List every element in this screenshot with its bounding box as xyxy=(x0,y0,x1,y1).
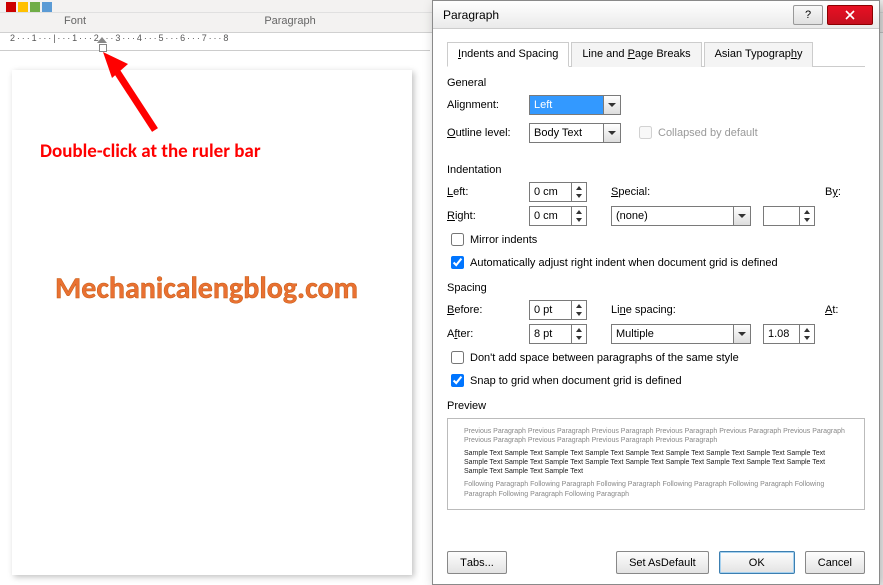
dont-add-space-checkbox[interactable] xyxy=(451,351,464,364)
special-value: (none) xyxy=(616,210,648,222)
ribbon-font-group-label: Font xyxy=(0,13,150,32)
ribbon-paragraph-group-label: Paragraph xyxy=(150,13,430,32)
auto-adjust-checkbox[interactable] xyxy=(451,256,464,269)
indent-left-value: 0 cm xyxy=(534,186,558,198)
indent-marker[interactable] xyxy=(97,30,107,52)
preview-following-text: Following Paragraph Following Paragraph … xyxy=(464,480,848,498)
alignment-combo[interactable]: Left xyxy=(529,95,621,115)
auto-adjust-label: Automatically adjust right indent when d… xyxy=(470,257,778,269)
cancel-button[interactable]: Cancel xyxy=(805,551,865,574)
after-label: After: xyxy=(447,328,529,340)
mirror-indents-checkbox[interactable] xyxy=(451,233,464,246)
close-icon xyxy=(845,10,855,20)
by-label: By: xyxy=(825,186,865,198)
mirror-indents-label: Mirror indents xyxy=(470,234,537,246)
tab-line-page-breaks[interactable]: Line and Page Breaks xyxy=(571,42,701,67)
tabs-button[interactable]: Tabs... xyxy=(447,551,507,574)
outline-level-label: Outline level: xyxy=(447,127,529,139)
outline-level-value: Body Text xyxy=(534,127,582,139)
annotation-text: Double-click at the ruler bar xyxy=(40,140,261,163)
line-spacing-value: Multiple xyxy=(616,328,654,340)
preview-heading: Preview xyxy=(447,400,865,412)
collapsed-label: Collapsed by default xyxy=(658,127,758,139)
preview-prev-text: Previous Paragraph Previous Paragraph Pr… xyxy=(464,427,848,445)
alignment-value: Left xyxy=(534,99,552,111)
ok-button[interactable]: OK xyxy=(719,551,795,574)
indent-right-label: Right: xyxy=(447,210,529,222)
alignment-label: Alignment: xyxy=(447,99,529,111)
watermark-text: Mechanicalengblog.com xyxy=(55,270,358,307)
chevron-down-icon xyxy=(603,96,620,114)
dialog-titlebar[interactable]: Paragraph ? xyxy=(433,1,879,29)
dialog-title: Paragraph xyxy=(443,8,499,22)
snap-grid-label: Snap to grid when document grid is defin… xyxy=(470,375,682,387)
at-label: At: xyxy=(825,304,865,316)
indentation-heading: Indentation xyxy=(447,164,865,176)
set-default-button[interactable]: Set As Default xyxy=(616,551,709,574)
horizontal-ruler[interactable]: 2 · · · 1 · · · | · · · 1 · · · 2 · · · … xyxy=(0,33,430,51)
by-spin[interactable] xyxy=(763,206,815,226)
tab-indents-spacing[interactable]: Indents and Spacing xyxy=(447,42,569,67)
indent-right-value: 0 cm xyxy=(534,210,558,222)
preview-box: Previous Paragraph Previous Paragraph Pr… xyxy=(447,418,865,510)
dialog-tabs: Indents and Spacing Line and Page Breaks… xyxy=(447,41,865,67)
help-button[interactable]: ? xyxy=(793,5,823,25)
special-combo[interactable]: (none) xyxy=(611,206,751,226)
at-value: 1.08 xyxy=(768,328,789,340)
at-spin[interactable]: 1.08 xyxy=(763,324,815,344)
indent-right-spin[interactable]: 0 cm xyxy=(529,206,587,226)
general-heading: General xyxy=(447,77,865,89)
preview-sample-text: Sample Text Sample Text Sample Text Samp… xyxy=(464,449,848,476)
indent-left-label: Left: xyxy=(447,186,529,198)
chevron-down-icon xyxy=(733,325,750,343)
before-label: Before: xyxy=(447,304,529,316)
ribbon-color-swatches xyxy=(0,2,52,12)
indent-left-spin[interactable]: 0 cm xyxy=(529,182,587,202)
snap-grid-checkbox[interactable] xyxy=(451,374,464,387)
dialog-button-row: Tabs... Set As Default OK Cancel xyxy=(447,551,865,574)
before-spin[interactable]: 0 pt xyxy=(529,300,587,320)
dont-add-space-label: Don't add space between paragraphs of th… xyxy=(470,352,739,364)
line-spacing-label: Line spacing: xyxy=(611,304,701,316)
after-spin[interactable]: 8 pt xyxy=(529,324,587,344)
before-value: 0 pt xyxy=(534,304,552,316)
close-button[interactable] xyxy=(827,5,873,25)
paragraph-dialog: Paragraph ? Indents and Spacing Line and… xyxy=(432,0,880,585)
collapsed-checkbox xyxy=(639,126,652,139)
spacing-heading: Spacing xyxy=(447,282,865,294)
annotation-arrow xyxy=(100,50,170,140)
outline-level-combo[interactable]: Body Text xyxy=(529,123,621,143)
chevron-down-icon xyxy=(603,124,620,142)
special-label: Special: xyxy=(611,186,693,198)
chevron-down-icon xyxy=(733,207,750,225)
after-value: 8 pt xyxy=(534,328,552,340)
line-spacing-combo[interactable]: Multiple xyxy=(611,324,751,344)
tab-asian-typography[interactable]: Asian Typography xyxy=(704,42,814,67)
